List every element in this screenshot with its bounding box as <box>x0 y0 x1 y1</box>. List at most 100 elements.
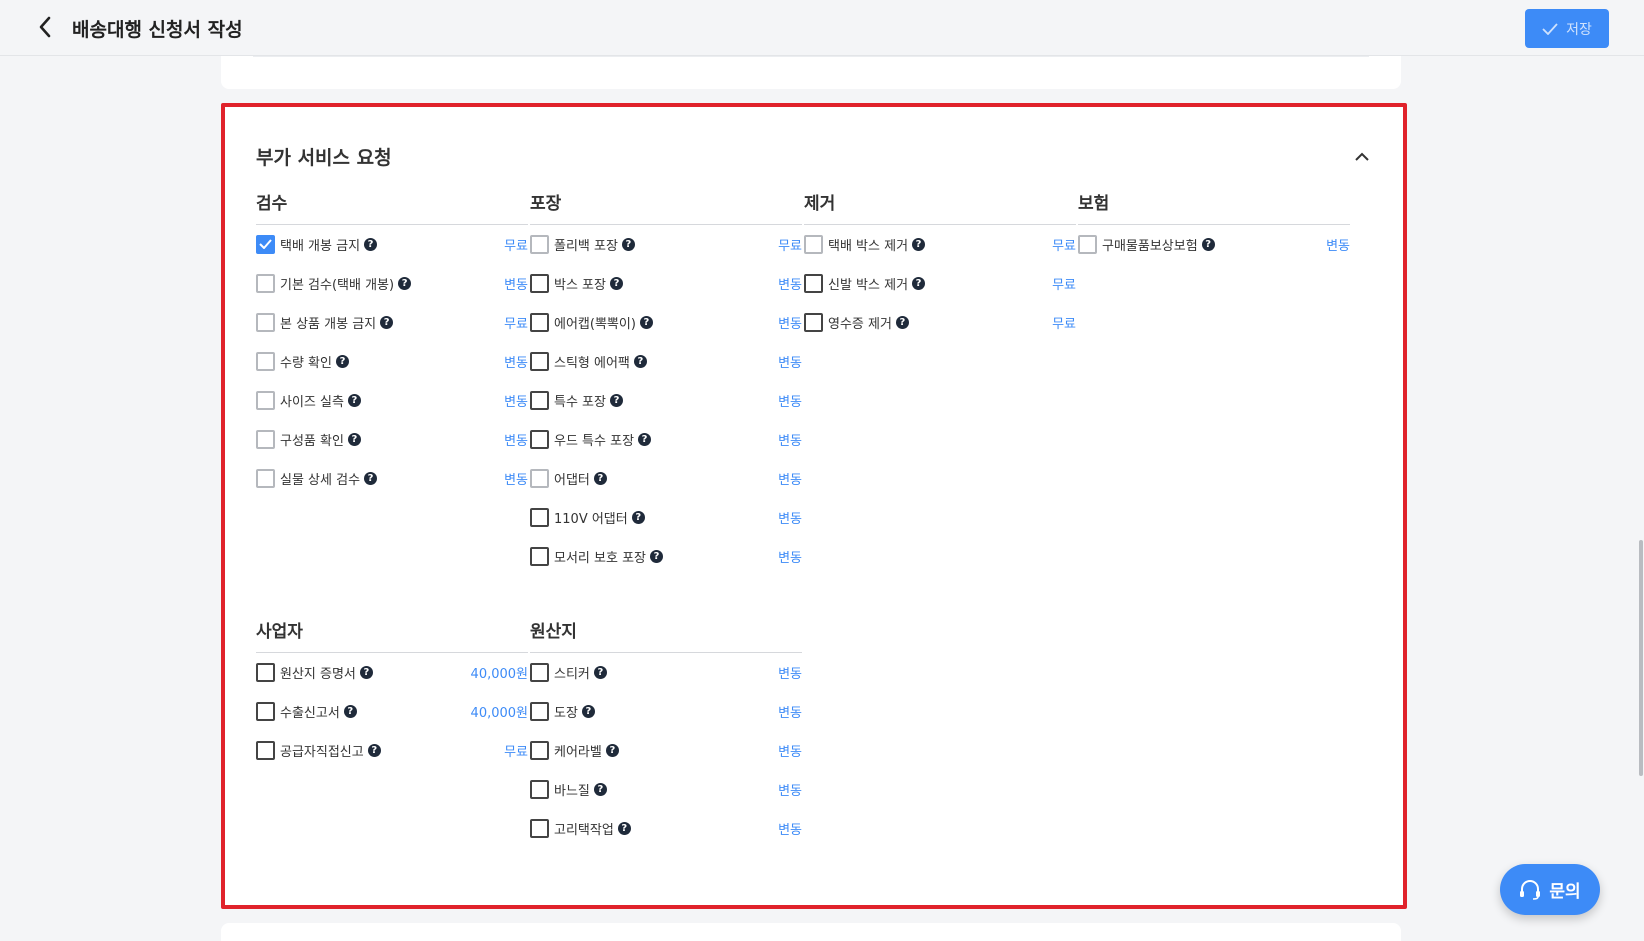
service-option[interactable]: 기본 검수(택배 개봉)? 변동 <box>256 272 528 294</box>
service-option[interactable]: 고리택작업? 변동 <box>530 817 802 839</box>
help-icon[interactable]: ? <box>621 237 635 251</box>
help-icon[interactable]: ? <box>347 393 361 407</box>
checkbox[interactable] <box>530 507 549 527</box>
checkbox[interactable] <box>804 312 823 332</box>
help-icon[interactable]: ? <box>631 510 645 524</box>
help-icon[interactable]: ? <box>364 471 378 485</box>
help-icon[interactable]: ? <box>335 354 349 368</box>
service-group: 제거 택배 박스 제거? 무료 신발 박스 제거? 무료 영수증 제거? 무료 <box>804 183 1076 350</box>
back-button[interactable] <box>32 14 58 40</box>
checkbox[interactable] <box>256 468 275 488</box>
service-option[interactable]: 케어라벨? 변동 <box>530 739 802 761</box>
checkbox[interactable] <box>530 662 549 682</box>
help-icon[interactable]: ? <box>650 549 663 563</box>
inquiry-chat-button[interactable]: 문의 <box>1500 864 1600 915</box>
checkbox[interactable] <box>530 234 549 254</box>
service-option[interactable]: 수량 확인? 변동 <box>256 350 528 372</box>
help-icon[interactable]: ? <box>1201 237 1215 251</box>
option-label: 공급자직접신고 <box>280 744 364 760</box>
help-icon[interactable]: ? <box>609 393 623 407</box>
service-option[interactable]: 실물 상세 검수? 변동 <box>256 467 528 489</box>
help-icon[interactable]: ? <box>912 276 926 290</box>
service-option[interactable]: 우드 특수 포장? 변동 <box>530 428 802 450</box>
help-icon[interactable]: ? <box>593 471 607 485</box>
option-price: 무료 <box>1052 238 1076 254</box>
checkbox[interactable] <box>804 234 823 254</box>
help-icon[interactable]: ? <box>593 665 607 679</box>
help-icon[interactable]: ? <box>347 432 361 446</box>
checkbox[interactable] <box>256 351 275 371</box>
service-option[interactable]: 본 상품 개봉 금지? 무료 <box>256 311 528 333</box>
option-price: 변동 <box>504 394 528 410</box>
help-icon[interactable]: ? <box>367 743 381 757</box>
service-option[interactable]: 어댑터? 변동 <box>530 467 802 489</box>
service-option[interactable]: 수출신고서? 40,000원 <box>256 700 528 722</box>
help-icon[interactable]: ? <box>639 315 653 329</box>
page-scrollbar[interactable] <box>1639 540 1643 776</box>
option-price: 40,000원 <box>470 705 528 721</box>
service-option[interactable]: 도장? 변동 <box>530 700 802 722</box>
service-option[interactable]: 특수 포장? 변동 <box>530 389 802 411</box>
help-icon[interactable]: ? <box>617 821 631 835</box>
help-icon[interactable]: ? <box>633 354 647 368</box>
help-icon[interactable]: ? <box>609 276 623 290</box>
help-icon[interactable]: ? <box>380 315 394 329</box>
service-option[interactable]: 폴리백 포장? 무료 <box>530 233 802 255</box>
help-icon[interactable]: ? <box>364 237 378 251</box>
service-option[interactable]: 스티커? 변동 <box>530 661 802 683</box>
help-icon[interactable]: ? <box>912 237 926 251</box>
checkbox[interactable] <box>530 701 549 721</box>
service-option[interactable]: 구성품 확인? 변동 <box>256 428 528 450</box>
option-label: 스틱형 에어팩 <box>554 355 630 371</box>
service-option[interactable]: 택배 개봉 금지? 무료 <box>256 233 528 255</box>
option-price: 변동 <box>1326 238 1350 254</box>
service-option[interactable]: 바느질? 변동 <box>530 778 802 800</box>
help-icon[interactable]: ? <box>581 704 595 718</box>
help-icon[interactable]: ? <box>343 704 357 718</box>
service-option[interactable]: 원산지 증명서? 40,000원 <box>256 661 528 683</box>
option-label: 택배 개봉 금지 <box>280 238 361 254</box>
checkbox[interactable] <box>530 740 549 760</box>
service-option[interactable]: 택배 박스 제거? 무료 <box>804 233 1076 255</box>
checkbox[interactable] <box>530 779 549 799</box>
help-icon[interactable]: ? <box>359 665 373 679</box>
help-icon[interactable]: ? <box>638 432 652 446</box>
service-option[interactable]: 공급자직접신고? 무료 <box>256 739 528 761</box>
service-option[interactable]: 모서리 보호 포장? 변동 <box>530 545 802 567</box>
checkbox[interactable] <box>1078 234 1097 254</box>
service-option[interactable]: 110V 어댑터? 변동 <box>530 506 802 528</box>
help-icon[interactable]: ? <box>593 782 607 796</box>
check-icon <box>1542 22 1558 35</box>
checkbox[interactable] <box>256 273 275 293</box>
checkbox[interactable] <box>256 701 275 721</box>
help-icon[interactable]: ? <box>605 743 619 757</box>
service-option[interactable]: 신발 박스 제거? 무료 <box>804 272 1076 294</box>
checkbox[interactable] <box>530 312 549 332</box>
service-option[interactable]: 사이즈 실측? 변동 <box>256 389 528 411</box>
service-option[interactable]: 구매물품보상보험? 변동 <box>1078 233 1350 255</box>
service-option[interactable]: 에어캡(뽁뽁이)? 변동 <box>530 311 802 333</box>
checkbox[interactable] <box>530 818 549 838</box>
service-option[interactable]: 영수증 제거? 무료 <box>804 311 1076 333</box>
service-option[interactable]: 스틱형 에어팩? 변동 <box>530 350 802 372</box>
checkbox[interactable] <box>530 468 549 488</box>
help-icon[interactable]: ? <box>895 315 909 329</box>
service-option[interactable]: 박스 포장? 변동 <box>530 272 802 294</box>
checkbox-checked[interactable] <box>256 234 275 254</box>
option-label: 택배 박스 제거 <box>828 238 909 254</box>
checkbox[interactable] <box>256 390 275 410</box>
help-icon[interactable]: ? <box>398 276 412 290</box>
checkbox[interactable] <box>804 273 823 293</box>
checkbox[interactable] <box>530 273 549 293</box>
checkbox[interactable] <box>256 662 275 682</box>
checkbox[interactable] <box>530 351 549 371</box>
checkbox[interactable] <box>530 429 549 449</box>
headset-icon <box>1520 879 1541 900</box>
checkbox[interactable] <box>256 429 275 449</box>
collapse-button[interactable] <box>1349 143 1375 169</box>
checkbox[interactable] <box>530 390 549 410</box>
checkbox[interactable] <box>256 312 275 332</box>
checkbox[interactable] <box>256 740 275 760</box>
checkbox[interactable] <box>530 546 549 566</box>
save-button[interactable]: 저장 <box>1525 9 1609 48</box>
